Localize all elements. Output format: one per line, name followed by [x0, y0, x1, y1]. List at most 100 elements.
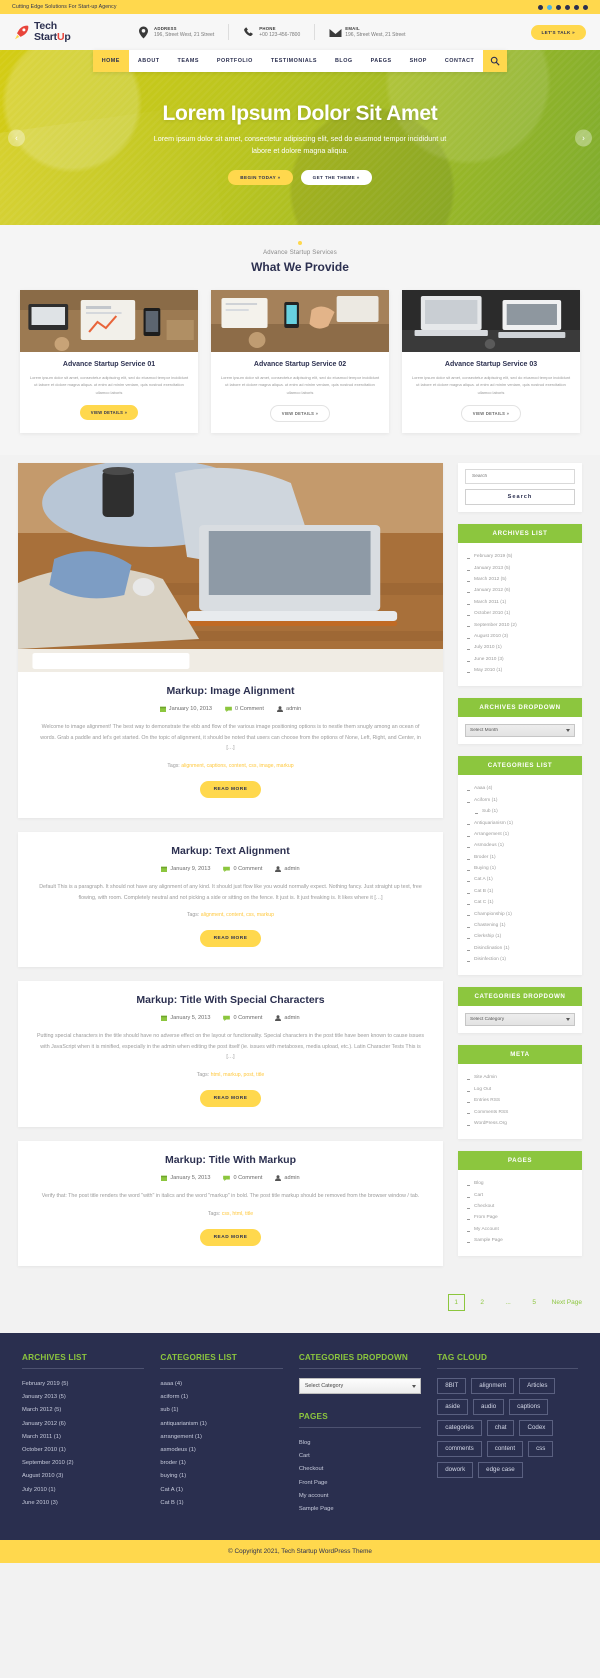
view-details-button[interactable]: VIEW DETAILS » [269, 405, 331, 423]
list-item-sub[interactable]: Sub (1) [467, 806, 573, 817]
nav-item-portfolio[interactable]: PORTFOLIO [208, 50, 262, 72]
site-logo[interactable]: Tech StartUp [14, 20, 124, 43]
nav-item-pages[interactable]: PAEGS [362, 50, 401, 72]
list-item[interactable]: Buying (1) [467, 863, 573, 874]
list-item[interactable]: June 2010 (3) [22, 1496, 144, 1509]
pinterest-icon[interactable] [574, 4, 579, 10]
facebook-icon[interactable] [538, 4, 543, 10]
list-item[interactable]: August 2010 (3) [467, 631, 573, 642]
list-item[interactable]: My Account [467, 1224, 573, 1235]
youtube-icon[interactable] [565, 4, 570, 10]
list-item[interactable]: Cat B (1) [160, 1496, 282, 1509]
list-item[interactable]: My account [299, 1489, 421, 1502]
lets-talk-button[interactable]: LET'S TALK » [530, 24, 586, 40]
list-item[interactable]: October 2010 (1) [467, 608, 573, 619]
instagram-icon[interactable] [583, 4, 588, 10]
list-item[interactable]: March 2011 (1) [22, 1430, 144, 1443]
list-item[interactable]: Checkout [299, 1463, 421, 1476]
list-item[interactable]: Blog [467, 1178, 573, 1189]
pagination-next[interactable]: Next Page [552, 1299, 582, 1306]
tag-link[interactable]: Codex [519, 1419, 554, 1436]
nav-item-blog[interactable]: BLOG [326, 50, 362, 72]
list-item[interactable]: Cat A (1) [160, 1483, 282, 1496]
list-item[interactable]: February 2019 (5) [22, 1378, 144, 1391]
list-item[interactable]: Log Out [467, 1084, 573, 1095]
twitter-icon[interactable] [547, 4, 552, 10]
list-item[interactable]: July 2010 (1) [467, 642, 573, 653]
search-icon[interactable] [483, 50, 508, 72]
hero-prev-arrow[interactable]: ‹ [8, 129, 25, 146]
list-item[interactable]: July 2010 (1) [22, 1483, 144, 1496]
list-item[interactable]: Aaaa (4) [467, 783, 573, 794]
begin-today-button[interactable]: BEGIN TODAY » [228, 169, 293, 185]
linkedin-icon[interactable] [556, 4, 561, 10]
list-item[interactable]: Antiquarianism (1) [467, 817, 573, 828]
list-item[interactable]: Aciform (1) [467, 795, 573, 806]
list-item[interactable]: aaaa (4) [160, 1378, 282, 1391]
get-the-theme-button[interactable]: GET THE THEME » [300, 169, 372, 185]
list-item[interactable]: WordPress.Org [467, 1118, 573, 1129]
list-item[interactable]: asmodeus (1) [160, 1443, 282, 1456]
archives-dropdown-select[interactable]: Select Month [465, 724, 575, 738]
tag-link[interactable]: comments [437, 1440, 482, 1457]
post-title[interactable]: Markup: Image Alignment [36, 685, 425, 697]
nav-item-teams[interactable]: TEAMS [169, 50, 208, 72]
list-item[interactable]: Cat C (1) [467, 897, 573, 908]
tag-link[interactable]: chat [486, 1419, 515, 1436]
post-title[interactable]: Markup: Title With Special Characters [36, 994, 425, 1006]
read-more-button[interactable]: READ MORE [199, 930, 262, 948]
tag-link[interactable]: 8BIT [437, 1377, 467, 1394]
tag-link[interactable]: Articles [519, 1377, 556, 1394]
read-more-button[interactable]: READ MORE [199, 780, 262, 798]
list-item[interactable]: Sample Page [299, 1502, 421, 1515]
list-item[interactable]: January 2013 (5) [467, 563, 573, 574]
tag-link[interactable]: aside [437, 1398, 469, 1415]
list-item[interactable]: January 2012 (6) [22, 1417, 144, 1430]
tag-link[interactable]: edge case [478, 1461, 523, 1478]
view-details-button[interactable]: VIEW DETAILS » [460, 405, 522, 423]
read-more-button[interactable]: READ MORE [199, 1228, 262, 1246]
footer-categories-dropdown-select[interactable]: Select Category [298, 1377, 422, 1394]
tag-link[interactable]: css [528, 1440, 554, 1457]
read-more-button[interactable]: READ MORE [199, 1089, 262, 1107]
search-input[interactable] [465, 469, 575, 485]
post-title[interactable]: Markup: Title With Markup [36, 1154, 425, 1166]
list-item[interactable]: Disinfection (1) [467, 954, 573, 965]
list-item[interactable]: sub (1) [160, 1404, 282, 1417]
tag-link[interactable]: categories [437, 1419, 482, 1436]
list-item[interactable]: August 2010 (3) [22, 1470, 144, 1483]
list-item[interactable]: Entries RSS [467, 1095, 573, 1106]
tag-link[interactable]: dowork [437, 1461, 474, 1478]
post-tag-links[interactable]: html, markup, post, title [211, 1072, 265, 1078]
list-item[interactable]: Comments RSS [467, 1106, 573, 1117]
list-item[interactable]: Championship (1) [467, 908, 573, 919]
list-item[interactable]: September 2010 (2) [467, 619, 573, 630]
post-tag-links[interactable]: alignment, content, css, markup [201, 912, 274, 918]
list-item[interactable]: Cart [299, 1450, 421, 1463]
list-item[interactable]: February 2019 (5) [467, 551, 573, 562]
list-item[interactable]: Clerkship (1) [467, 931, 573, 942]
list-item[interactable]: June 2010 (3) [467, 654, 573, 665]
list-item[interactable]: Cat B (1) [467, 886, 573, 897]
nav-item-home[interactable]: HOME [92, 50, 129, 72]
list-item[interactable]: Broder (1) [467, 852, 573, 863]
nav-item-contact[interactable]: CONTACT [436, 50, 483, 72]
nav-item-testimonials[interactable]: TESTIMONIALS [262, 50, 326, 72]
list-item[interactable]: Cart [467, 1190, 573, 1201]
nav-item-shop[interactable]: SHOP [401, 50, 436, 72]
nav-item-about[interactable]: ABOUT [129, 50, 169, 72]
list-item[interactable]: March 2012 (5) [22, 1404, 144, 1417]
pagination-page-5[interactable]: 5 [526, 1294, 543, 1311]
post-tag-links[interactable]: css, html, title [222, 1211, 253, 1217]
list-item[interactable]: March 2012 (5) [467, 574, 573, 585]
pagination-page-2[interactable]: 2 [474, 1294, 491, 1311]
list-item[interactable]: From Page [467, 1212, 573, 1223]
list-item[interactable]: October 2010 (1) [22, 1443, 144, 1456]
hero-next-arrow[interactable]: › [575, 129, 592, 146]
list-item[interactable]: Cat A (1) [467, 874, 573, 885]
list-item[interactable]: January 2013 (5) [22, 1391, 144, 1404]
list-item[interactable]: Chastening (1) [467, 920, 573, 931]
post-title[interactable]: Markup: Text Alignment [36, 845, 425, 857]
tag-link[interactable]: captions [509, 1398, 549, 1415]
list-item[interactable]: March 2011 (1) [467, 597, 573, 608]
